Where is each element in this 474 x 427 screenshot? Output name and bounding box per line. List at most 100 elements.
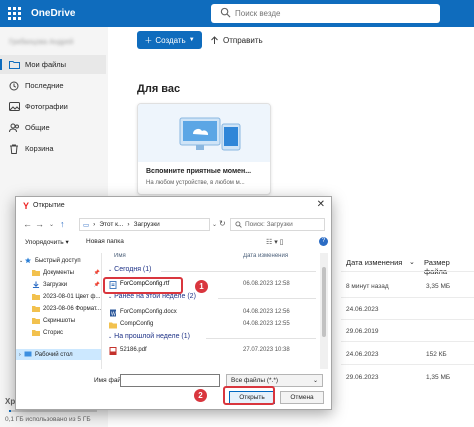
tree-item-folder[interactable]: Сторис [16,327,101,338]
folder-icon [32,270,40,276]
dialog-titlebar: Y Открытие ✕ [16,197,331,215]
tree-item-folder[interactable]: 2023-08-06 Формат... [16,303,102,314]
divider [341,364,474,365]
tree-item-quick-access[interactable]: ⌄ Быстрый доступ [16,255,101,266]
star-icon [24,257,32,264]
file-date: 04.08.2023 12:56 [243,309,290,315]
file-row-compconfig[interactable]: CompConfig 04.08.2023 12:55 [106,320,320,330]
plus-icon: ＋ [144,35,153,45]
search-input[interactable] [235,6,435,21]
sidebar-item-shared[interactable]: Общие [0,118,106,137]
organize-label: Упорядочить [25,239,64,246]
refresh-icon[interactable]: ↻ [219,219,226,228]
file-list-scrollbar[interactable] [320,253,328,369]
top-bar: OneDrive [0,0,474,27]
file-name: 52186.pdf [120,347,147,353]
row-size: 3,35 МБ [426,283,451,290]
send-label: Отправить [223,35,263,45]
close-icon[interactable]: ✕ [317,199,325,210]
create-label: Создать [155,35,186,45]
filename-input[interactable] [120,374,220,387]
column-header-name[interactable]: Имя [114,253,126,259]
chevron-down-icon: ▼ [188,37,195,43]
download-icon [32,281,40,288]
view-options-icon[interactable]: ☷ ▾ ▯ [266,238,284,246]
sidebar-item-my-files[interactable]: Мои файлы [0,55,106,74]
group-label: На прошлой неделе (1) [114,333,190,340]
computer-icon: ▭ [83,221,90,229]
storage-bar [9,410,97,412]
file-list: Имя Дата изменения ⌄ Сегодня (1) ForComp… [106,253,330,369]
people-icon [8,122,20,134]
tree-item-label: Документы [43,269,74,276]
path-segment[interactable]: Этот к... [99,221,123,228]
step-badge-2: 2 [193,388,208,403]
up-folder-icon[interactable]: ↑ [60,219,65,229]
tree-item-label: 2023-08-01 Цвет ф... [43,293,101,300]
divider [341,297,474,298]
group-header-today[interactable]: ⌄ Сегодня (1) [108,266,151,273]
group-header-last-week[interactable]: ⌄ На прошлой неделе (1) [108,333,190,340]
search-box[interactable] [211,4,440,23]
storage-heading: Хр [5,397,16,406]
folder-icon [32,306,40,312]
filter-value: Все файлы (*.*) [231,377,279,384]
app-launcher-icon[interactable] [8,7,21,20]
address-dropdown-icon[interactable]: ⌄ [212,221,217,228]
sidebar-item-label: Последние [25,81,64,90]
create-button[interactable]: ＋ Создать ▼ [137,31,202,49]
card-subtitle: На любом устройстве, в любом м... [146,180,245,186]
sidebar-item-recent[interactable]: Последние [0,76,106,95]
file-date: 27.07.2023 10:38 [243,347,290,353]
search-icon [220,7,231,18]
dialog-search[interactable]: Поиск: Загрузки [230,218,325,231]
sidebar-item-photos[interactable]: Фотографии [0,97,106,116]
sort-arrow-icon[interactable]: ⌄ [409,258,415,266]
divider [341,319,474,320]
folder-icon [32,318,40,324]
new-folder-button[interactable]: Новая папка [86,238,124,245]
tree-item-folder[interactable]: Скриншоты [16,315,101,326]
memories-card[interactable]: Вспомните приятные момен... На любом уст… [137,103,271,195]
tree-item-folder[interactable]: 2023-08-01 Цвет ф... [16,291,101,302]
desktop-icon [24,351,32,357]
tree-item-downloads[interactable]: Загрузки 📌 [16,279,101,290]
browser-icon: Y [23,201,29,210]
scrollbar-thumb[interactable] [322,267,326,337]
tree-item-desktop[interactable]: › Рабочий стол [16,349,101,360]
send-button[interactable]: Отправить [210,31,263,49]
dialog-title: Открытие [33,202,65,209]
forward-icon[interactable]: → [35,219,44,229]
row-date: 8 минут назад [346,283,389,290]
sidebar-item-label: Фотографии [25,102,68,111]
file-row-forcompconfig-docx[interactable]: W ForCompConfig.docx 04.08.2023 12:56 [106,308,320,318]
divider [341,271,474,272]
file-name: ForCompConfig.docx [120,309,177,315]
back-icon[interactable]: ← [23,219,32,229]
help-icon[interactable]: ? [319,237,328,246]
app-title[interactable]: OneDrive [31,8,75,19]
address-path[interactable]: ▭ › Этот к... › Загрузки [79,218,210,231]
pin-icon: 📌 [93,281,100,288]
row-date: 24.06.2023 [346,351,379,358]
column-header-size[interactable]: Размер файла [424,258,474,276]
file-row-52186-pdf[interactable]: 52186.pdf 27.07.2023 10:38 [106,346,320,356]
tree-item-documents[interactable]: Документы 📌 [16,267,101,278]
storage-text[interactable]: 0,1 ГБ использовано из 5 ГБ [5,416,91,423]
divider [341,341,474,342]
arrow-up-icon [211,35,218,44]
sidebar-item-trash[interactable]: Корзина [0,139,106,158]
row-date: 24.06.2023 [346,306,379,313]
recent-locations-icon[interactable]: ⌄ [49,221,54,228]
column-header-date[interactable]: Дата изменения [243,253,288,259]
cancel-button[interactable]: Отмена [280,391,324,404]
row-date: 29.06.2019 [346,328,379,335]
tree-item-label: 2023-08-06 Формат... [43,305,102,312]
column-header-modified[interactable]: Дата изменения [346,258,402,267]
path-segment[interactable]: Загрузки [134,221,160,228]
tree-item-label: Быстрый доступ [35,257,81,264]
organize-button[interactable]: Упорядочить ▾ [25,238,69,246]
photo-icon [8,101,20,113]
group-header-this-week[interactable]: ⌄ Ранее на этой неделе (2) [108,293,196,300]
search-icon [235,221,242,228]
